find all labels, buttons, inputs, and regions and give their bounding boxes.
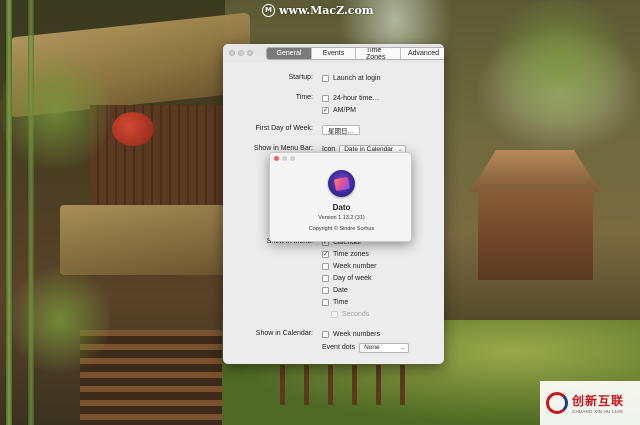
event-dots-value: None xyxy=(364,344,380,351)
zoom-button[interactable] xyxy=(247,50,253,56)
about-window: Dato Version 1.13.2 (31) Copyright © Sin… xyxy=(269,152,412,242)
preferences-tabs: General Events Time Zones Advanced xyxy=(266,47,444,60)
time-zones-row: ✓ Time zones xyxy=(223,249,444,260)
wallpaper-leaves xyxy=(0,40,110,180)
event-dots-label: Event dots xyxy=(322,344,356,351)
minimize-button[interactable] xyxy=(238,50,244,56)
watermark-en-text: CHUANG XIN HU LIAN xyxy=(572,409,623,414)
seconds-label: Seconds xyxy=(342,311,370,318)
day-of-week-row: Day of week xyxy=(223,273,444,284)
time-label: Time: xyxy=(295,94,313,101)
ampm-label: AM/PM xyxy=(333,107,356,114)
day-of-week-checkbox[interactable] xyxy=(322,275,329,282)
week-number-label: Week number xyxy=(333,263,377,270)
macz-logo-icon: M xyxy=(262,3,275,17)
wallpaper-fence xyxy=(280,365,420,405)
day-of-week-label: Day of week xyxy=(333,275,372,282)
show-in-calendar-label: Show in Calendar: xyxy=(255,330,313,337)
show-in-calendar-row: Show in Calendar: Week numbers xyxy=(223,329,444,340)
titlebar: General Events Time Zones Advanced xyxy=(223,44,444,62)
tab-events[interactable]: Events xyxy=(312,48,356,59)
tab-general[interactable]: General xyxy=(267,48,312,59)
about-minimize-button xyxy=(282,156,287,161)
wallpaper-lantern xyxy=(112,112,154,146)
ampm-row: ✓ AM/PM xyxy=(223,105,444,116)
close-button[interactable] xyxy=(229,50,235,56)
event-dots-row: Event dots None ⌄ xyxy=(223,342,444,353)
time-zones-label: Time zones xyxy=(333,251,369,258)
time-checkbox[interactable] xyxy=(322,299,329,306)
wallpaper-bamboo xyxy=(6,0,12,425)
startup-label: Startup: xyxy=(288,74,313,81)
dato-app-icon xyxy=(328,170,355,197)
tab-advanced[interactable]: Advanced xyxy=(401,48,444,59)
wallpaper-right-house xyxy=(478,190,593,280)
watermark-bottom: 创新互联 CHUANG XIN HU LIAN xyxy=(540,381,640,425)
time-menu-row: Time xyxy=(223,297,444,308)
menu-bar-label: Show in Menu Bar: xyxy=(253,145,313,152)
seconds-row: Seconds xyxy=(223,309,444,320)
event-dots-popup[interactable]: None ⌄ xyxy=(359,342,410,353)
chuangxin-logo-icon xyxy=(546,392,568,414)
watermark-top: M www.MacZ.com xyxy=(262,2,373,18)
first-day-button[interactable]: 星期日… xyxy=(322,124,360,135)
about-close-button[interactable] xyxy=(274,156,279,161)
wallpaper-hut xyxy=(90,105,225,215)
watermark-text: www.MacZ.com xyxy=(279,3,374,17)
24-hour-time-label: 24-hour time… xyxy=(333,95,380,102)
launch-at-login-checkbox[interactable] xyxy=(322,75,329,82)
date-label: Date xyxy=(333,287,348,294)
launch-at-login-label: Launch at login xyxy=(333,75,381,82)
tab-time-zones[interactable]: Time Zones xyxy=(356,48,401,59)
24-hour-time-checkbox[interactable] xyxy=(322,95,329,102)
time-zones-checkbox[interactable]: ✓ xyxy=(322,251,329,258)
watermark-cn-text: 创新互联 xyxy=(572,394,625,408)
ampm-checkbox[interactable]: ✓ xyxy=(322,107,329,114)
week-number-row: Week number xyxy=(223,261,444,272)
time-row: Time: 24-hour time… xyxy=(223,93,444,104)
startup-row: Startup: Launch at login xyxy=(223,73,444,84)
week-numbers-label: Week numbers xyxy=(333,331,380,338)
chevron-down-icon: ⌄ xyxy=(400,344,406,351)
app-copyright: Copyright © Sindre Sorhus xyxy=(308,226,375,232)
seconds-checkbox xyxy=(331,311,338,318)
wallpaper-lower-roof xyxy=(60,205,225,275)
week-numbers-checkbox[interactable] xyxy=(322,331,329,338)
week-number-checkbox[interactable] xyxy=(322,263,329,270)
about-zoom-button xyxy=(290,156,295,161)
time-menu-label: Time xyxy=(333,299,349,306)
first-day-row: First Day of Week: 星期日… xyxy=(223,124,444,135)
first-day-label: First Day of Week: xyxy=(255,125,313,132)
wallpaper-right-roof xyxy=(470,150,600,192)
date-checkbox[interactable] xyxy=(322,287,329,294)
date-row: Date xyxy=(223,285,444,296)
wallpaper-leaves xyxy=(480,0,640,130)
app-name: Dato xyxy=(332,203,351,212)
app-version: Version 1.13.2 (31) xyxy=(318,215,365,221)
wallpaper-leaves xyxy=(10,260,110,380)
